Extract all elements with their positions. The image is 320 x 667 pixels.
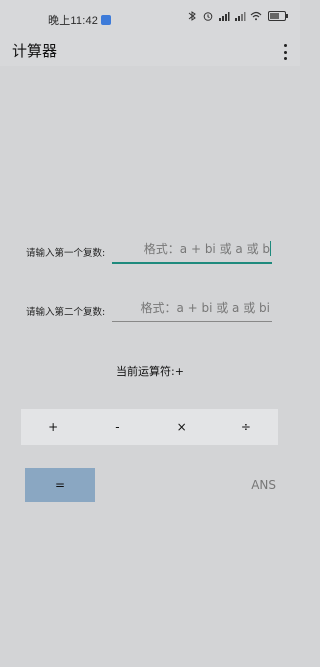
status-bar: 晚上11:42 [0,0,300,36]
wifi-icon [250,10,262,22]
second-complex-label: 请输入第二个复数: [26,307,106,318]
time-text: 晚上11:42 [48,15,99,27]
notification-badge-icon [101,15,112,25]
signal-icon-2 [234,10,246,22]
multiply-button[interactable]: × [150,409,214,445]
divide-button[interactable]: ÷ [214,409,278,445]
second-complex-field[interactable] [112,296,272,322]
first-complex-label: 请输入第一个复数: [26,248,106,259]
more-vert-icon[interactable] [282,44,288,60]
bluetooth-icon [186,10,198,22]
plus-button[interactable]: + [21,409,85,445]
second-input-underline [112,321,272,322]
text-caret [270,241,271,256]
current-operator-text: 当前运算符:+ [116,365,184,378]
first-complex-input[interactable] [112,237,272,261]
app-title: 计算器 [12,42,58,60]
operator-bar: + - × ÷ [21,409,278,445]
app-toolbar: 计算器 [0,36,300,66]
ans-button[interactable]: ANS [251,478,276,492]
alarm-icon [202,10,214,22]
first-complex-field[interactable] [112,237,272,264]
battery-icon [268,11,288,21]
second-complex-input[interactable] [112,296,272,320]
status-time: 晚上11:42 [48,12,112,28]
status-icons [186,10,288,22]
minus-button[interactable]: - [85,409,149,445]
signal-icon [218,10,230,22]
first-input-underline [112,262,272,264]
equals-button[interactable]: = [25,468,95,502]
